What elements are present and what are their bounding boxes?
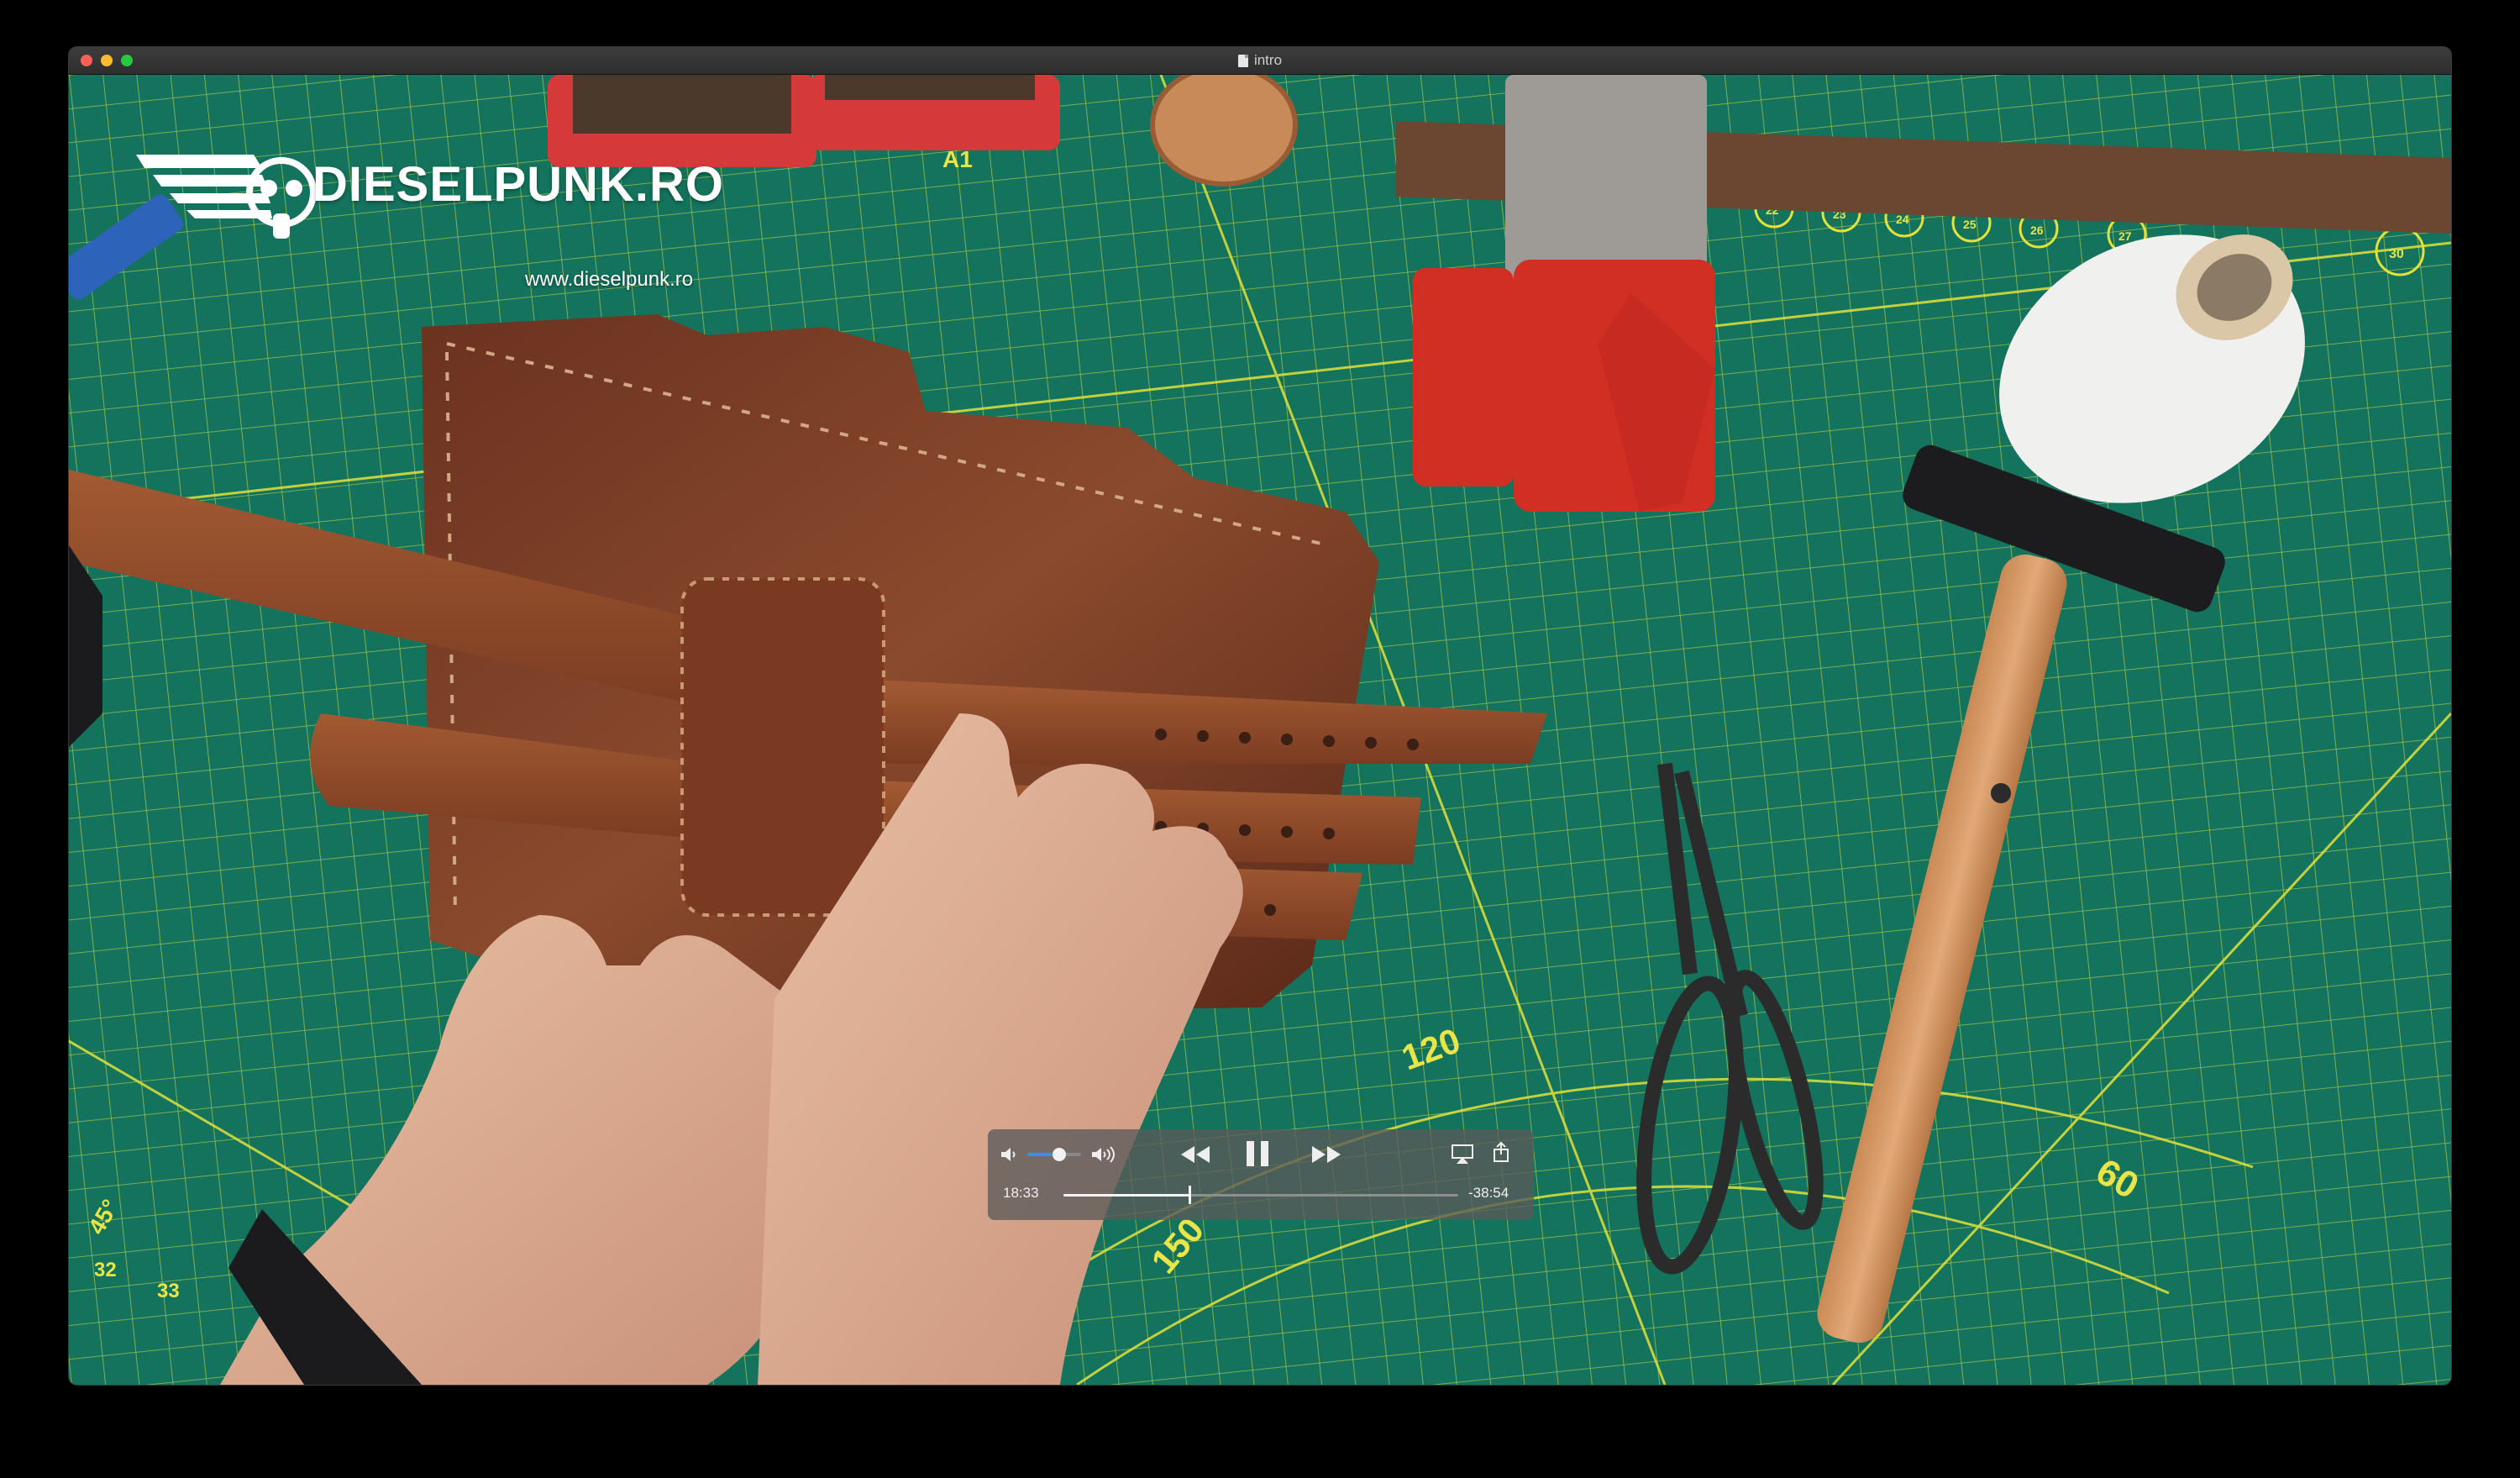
share-icon[interactable] <box>1492 1141 1510 1163</box>
rivets-right <box>825 75 1035 100</box>
progress-played <box>1063 1194 1190 1197</box>
volume-low-icon[interactable] <box>1000 1146 1018 1163</box>
volume-high-icon[interactable] <box>1090 1146 1116 1163</box>
video-frame[interactable]: A1 120 150 60 22 23 24 25 26 27 30 32 33… <box>69 75 2451 1385</box>
playhead[interactable] <box>1189 1186 1192 1204</box>
player-window: intro A1 120 150 60 22 23 24 25 26 27 30… <box>69 47 2451 1385</box>
remaining-time: -38:54 <box>1468 1185 1509 1201</box>
rivets-left <box>573 75 791 134</box>
brand-url: www.dieselpunk.ro <box>525 268 694 291</box>
brand-name: DIESELPUNK.RO <box>312 157 724 212</box>
rewind-icon[interactable] <box>1179 1144 1211 1165</box>
volume-slider[interactable] <box>1027 1148 1081 1161</box>
mat-label: 26 <box>2030 224 2044 237</box>
elapsed-time: 18:33 <box>1003 1185 1039 1201</box>
brand-logo: DIESELPUNK.RO <box>136 138 723 264</box>
document-icon <box>1237 54 1248 67</box>
playback-controls[interactable]: 18:33 -38:54 <box>988 1129 1534 1220</box>
fast-forward-icon[interactable] <box>1310 1144 1342 1165</box>
gas-mask-icon <box>246 157 317 239</box>
mat-label: 32 <box>94 1259 117 1281</box>
mat-label: 30 <box>2389 247 2404 261</box>
window-title-area: intro <box>69 47 2451 74</box>
mat-label: 25 <box>1963 218 1977 231</box>
mat-label: 33 <box>157 1280 180 1302</box>
progress-scrubber[interactable] <box>1063 1186 1458 1204</box>
rivet <box>1991 783 2011 803</box>
volume-knob[interactable] <box>1053 1148 1067 1161</box>
leather-coil <box>1150 75 1298 187</box>
mat-label: 27 <box>2118 229 2132 243</box>
title-bar[interactable]: intro <box>69 47 2451 75</box>
airplay-icon[interactable] <box>1452 1144 1473 1165</box>
pause-icon[interactable] <box>1245 1139 1270 1168</box>
window-title: intro <box>1253 52 1283 68</box>
